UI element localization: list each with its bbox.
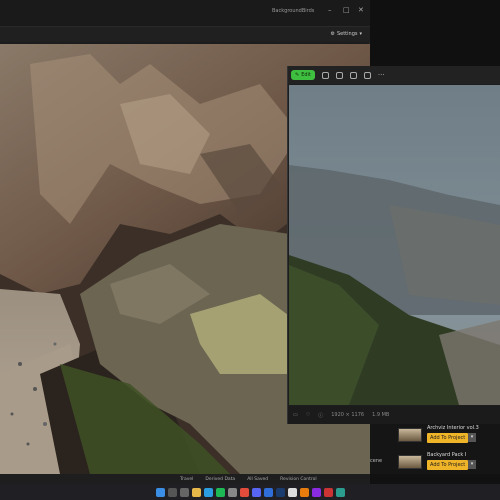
windows-icon[interactable] bbox=[155, 487, 165, 497]
edit-label: Edit bbox=[301, 72, 311, 78]
window-title: BackgroundBirds bbox=[272, 8, 315, 14]
gear-icon: ⚙ bbox=[330, 31, 335, 37]
chevron-down-icon[interactable]: ▾ bbox=[468, 460, 476, 469]
image-size: 1.9 MB bbox=[372, 412, 390, 418]
filter-icon[interactable] bbox=[349, 71, 357, 79]
more-options-icon[interactable]: ··· bbox=[378, 71, 385, 79]
app-icon[interactable] bbox=[323, 487, 333, 497]
asset-thumbnail[interactable] bbox=[398, 455, 422, 469]
explorer-icon[interactable] bbox=[191, 487, 201, 497]
viewer-footer: ▭ ♡ ⓘ 1920 × 1176 1.9 MB bbox=[288, 406, 500, 424]
asset-panel: Archviz Interior vol.3 Add To Project ▾ … bbox=[370, 424, 500, 474]
asset-name: Archviz Interior vol.3 bbox=[427, 425, 479, 431]
asset-item: Backyard Pack I Add To Project ▾ bbox=[398, 452, 498, 474]
image-viewer: ✎ Edit ··· ▭ ♡ ⓘ 1920 × 1176 1.9 MB bbox=[287, 66, 500, 424]
settings-button[interactable]: ⚙ Settings ▾ bbox=[330, 31, 362, 37]
title-bar: BackgroundBirds – □ ✕ bbox=[0, 0, 370, 26]
edit-button[interactable]: ✎ Edit bbox=[291, 70, 315, 80]
monitor-icon[interactable]: ▭ bbox=[293, 412, 298, 418]
side-region bbox=[370, 0, 500, 66]
photoshop-icon[interactable] bbox=[275, 487, 285, 497]
add-to-project-button[interactable]: Add To Project bbox=[427, 460, 469, 470]
taskview-icon[interactable] bbox=[179, 487, 189, 497]
share-icon[interactable] bbox=[363, 71, 371, 79]
spotify-icon[interactable] bbox=[215, 487, 225, 497]
image-dimensions: 1920 × 1176 bbox=[331, 412, 365, 418]
status-bar: Travel Derived Data All Saved Revision C… bbox=[0, 474, 370, 484]
settings-icon[interactable] bbox=[227, 487, 237, 497]
scene-label: cene bbox=[370, 458, 383, 464]
settings-label: Settings bbox=[336, 31, 358, 37]
chevron-down-icon: ▾ bbox=[359, 31, 362, 37]
search-icon[interactable] bbox=[167, 487, 177, 497]
unreal-icon[interactable] bbox=[287, 487, 297, 497]
chrome-icon[interactable] bbox=[239, 487, 249, 497]
heart-icon[interactable]: ♡ bbox=[306, 412, 310, 418]
viewer-image bbox=[289, 85, 500, 405]
edge-icon[interactable] bbox=[203, 487, 213, 497]
rotate-icon[interactable] bbox=[321, 71, 329, 79]
desktop: BackgroundBirds – □ ✕ ⚙ Settings ▾ 9.28 … bbox=[0, 0, 500, 500]
app-icon[interactable] bbox=[335, 487, 345, 497]
discord-icon[interactable] bbox=[251, 487, 261, 497]
minimize-button[interactable]: – bbox=[328, 6, 332, 14]
close-button[interactable]: ✕ bbox=[358, 6, 364, 14]
status-all-saved[interactable]: All Saved bbox=[247, 477, 268, 482]
chevron-down-icon[interactable]: ▾ bbox=[468, 433, 476, 442]
app-icon[interactable] bbox=[311, 487, 321, 497]
info-icon[interactable]: ⓘ bbox=[318, 412, 323, 419]
status-revision-control[interactable]: Revision Control bbox=[280, 477, 317, 482]
asset-item: Archviz Interior vol.3 Add To Project ▾ bbox=[398, 425, 498, 447]
status-derived-data[interactable]: Derived Data bbox=[205, 477, 235, 482]
menu-bar: ⚙ Settings ▾ bbox=[0, 26, 370, 42]
asset-thumbnail[interactable] bbox=[398, 428, 422, 442]
mail-icon[interactable] bbox=[263, 487, 273, 497]
edit-icon: ✎ bbox=[295, 72, 300, 78]
taskbar bbox=[0, 484, 500, 500]
asset-name: Backyard Pack I bbox=[427, 452, 467, 458]
delete-icon[interactable] bbox=[335, 71, 343, 79]
blender-icon[interactable] bbox=[299, 487, 309, 497]
status-travel[interactable]: Travel bbox=[180, 477, 193, 482]
viewer-toolbar: ✎ Edit ··· bbox=[288, 66, 500, 84]
maximize-button[interactable]: □ bbox=[343, 6, 350, 14]
add-to-project-button[interactable]: Add To Project bbox=[427, 433, 469, 443]
